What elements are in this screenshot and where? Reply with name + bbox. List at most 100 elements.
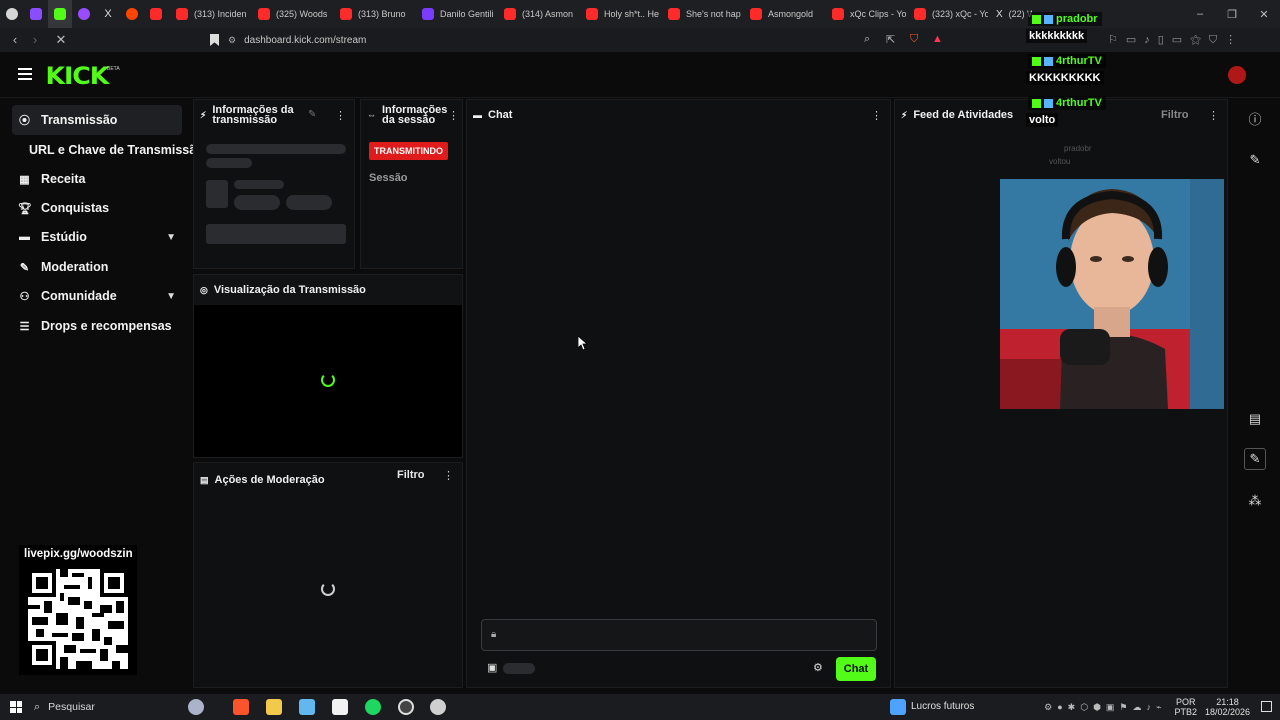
maximize-icon[interactable]: ❐	[1216, 0, 1248, 28]
capcut-icon[interactable]	[332, 699, 348, 715]
overlay-username: pradobr	[1028, 12, 1102, 26]
badge-icon	[1032, 98, 1041, 108]
tab-icon-2[interactable]	[24, 0, 48, 28]
clock[interactable]: 21:18 18/02/2026	[1205, 697, 1250, 717]
notifications-icon[interactable]	[1261, 701, 1272, 712]
sidebar-item-receita[interactable]: ▦ Receita	[12, 164, 182, 194]
zoom-icon[interactable]: ⌕	[864, 33, 870, 46]
badge-icon	[1044, 56, 1053, 66]
qr-overlay: livepix.gg/woodszin	[19, 545, 137, 675]
windows-start-icon[interactable]	[10, 701, 22, 713]
sidebar-item-label: Drops e recompensas	[41, 319, 172, 333]
tab[interactable]: Asmongold	[742, 0, 824, 28]
tab-icon-3[interactable]	[72, 0, 96, 28]
tab[interactable]: Danilo Gentili	[414, 0, 496, 28]
url-field[interactable]: ⚙ dashboard.kick.com/stream	[228, 31, 928, 49]
chat-send-button[interactable]: Chat	[836, 657, 876, 681]
tab[interactable]: (325) Woods	[250, 0, 332, 28]
moon-icon[interactable]	[188, 699, 204, 715]
tab[interactable]: xQc Clips - Yo	[824, 0, 906, 28]
sidebar-item-transmissao[interactable]: ⦿ Transmissão	[12, 105, 182, 135]
more-icon[interactable]: ⋮	[335, 109, 346, 122]
sidebar-item-drops[interactable]: ☰ Drops e recompensas	[12, 311, 182, 341]
chat-icon: ▬	[473, 110, 482, 120]
minimize-icon[interactable]: –	[1184, 0, 1216, 28]
sidebar-item-moderation[interactable]: ✎ Moderation	[12, 252, 182, 282]
session-info-panel: ⇔ Informações da sessão ⋮ TRANSMITINDO S…	[360, 99, 463, 269]
preview-icon: ◎	[200, 284, 208, 295]
app2-icon[interactable]	[430, 699, 446, 715]
overlay-faded-message: pradobr voltou	[1048, 142, 1092, 168]
loading-spinner	[321, 582, 335, 596]
more-icon[interactable]: ⋮	[448, 109, 459, 122]
tab-icon-x[interactable]: X	[96, 0, 120, 28]
app-icon[interactable]	[299, 699, 315, 715]
bookmark-icon[interactable]	[210, 34, 219, 46]
sidebar-item-label: Receita	[41, 172, 86, 186]
brave-rewards-icon[interactable]: ▲	[932, 33, 943, 45]
drops-icon: ☰	[19, 320, 30, 333]
loading-spinner	[321, 373, 335, 387]
tab[interactable]: (323) xQc - Yo	[906, 0, 988, 28]
people-icon: ⚇	[19, 290, 30, 303]
mod-actions-panel: ▤ Ações de Moderação Filtro ⋮	[193, 462, 463, 688]
menu-icon[interactable]	[18, 68, 32, 80]
close-icon[interactable]: ✕	[1248, 0, 1280, 28]
more-icon[interactable]: ⋮	[1208, 109, 1219, 122]
tab-icon-1[interactable]	[0, 0, 24, 28]
more-icon[interactable]: ⋮	[871, 109, 882, 122]
pencil-icon[interactable]: ✎	[1244, 149, 1266, 171]
folder-icon[interactable]	[266, 699, 282, 715]
tab[interactable]: (313) Inciden	[168, 0, 250, 28]
overlay-chat-message: 4rthurTV KKKKKKKKK	[1022, 52, 1142, 94]
skeleton	[206, 158, 252, 168]
sidebar-item-label: Estúdio	[41, 230, 87, 244]
back-icon[interactable]: ‹	[4, 32, 26, 47]
sidebar-item-url-chave[interactable]: URL e Chave de Transmissão	[29, 143, 204, 157]
avatar[interactable]	[1228, 66, 1246, 84]
skeleton	[206, 144, 346, 154]
forward-icon[interactable]: ›	[24, 32, 46, 47]
panel-title: Informações da transmissão	[212, 104, 294, 126]
spotify-icon[interactable]	[365, 699, 381, 715]
language-indicator[interactable]: POR PTB2	[1174, 697, 1197, 717]
tab[interactable]: (314) Asmon	[496, 0, 578, 28]
kick-logo[interactable]: KICK	[46, 62, 110, 90]
tab-icon-reddit[interactable]	[120, 0, 144, 28]
tab[interactable]: Holy sh*t.. He	[578, 0, 660, 28]
layout-icon[interactable]: ▤	[1244, 408, 1266, 430]
sidebar-item-comunidade[interactable]: ⚇ Comunidade ▼	[12, 281, 182, 311]
tab[interactable]: (313) Bruno	[332, 0, 414, 28]
emote-store-icon[interactable]: ▣	[487, 661, 497, 674]
mouse-cursor	[578, 336, 588, 351]
brave-icon[interactable]	[233, 699, 249, 715]
tab-icon-yt[interactable]	[144, 0, 168, 28]
info-icon[interactable]: ⓘ	[1244, 107, 1266, 129]
sidebar-item-conquistas[interactable]: 🏆︎ Conquistas	[12, 193, 182, 223]
share-icon[interactable]: ⇱	[886, 33, 895, 46]
settings-icon[interactable]: ⚙	[813, 661, 823, 674]
apps-icon[interactable]: ⁂	[1244, 490, 1266, 512]
widget-label[interactable]: Lucros futuros	[911, 701, 974, 712]
tab-icon-kick[interactable]	[48, 0, 72, 28]
tray-icons[interactable]: ⚙●✱⬡⬢▣⚑☁♪⌁	[1044, 702, 1166, 713]
badge-icon	[1032, 14, 1041, 24]
qr-text: livepix.gg/woodszin	[24, 548, 133, 560]
taskbar-search[interactable]: ⌕ Pesquisar	[34, 697, 214, 717]
broadcast-icon: ⦿	[19, 115, 30, 127]
stop-icon[interactable]: ✕	[50, 32, 72, 48]
obs-icon[interactable]	[398, 699, 414, 715]
tab[interactable]: She's not hap	[660, 0, 742, 28]
badge-icon	[1044, 14, 1053, 24]
window-controls: – ❐ ✕	[1184, 0, 1280, 28]
wrench-icon[interactable]: ✎	[1244, 448, 1266, 470]
brave-shield-icon[interactable]: ⛉	[910, 33, 918, 46]
sidebar-item-estudio[interactable]: ▬ Estúdio ▼	[12, 222, 182, 252]
edit-icon[interactable]: ✎	[308, 109, 316, 120]
more-icon[interactable]: ⋮	[443, 469, 454, 482]
filter-button[interactable]: Filtro	[397, 469, 425, 481]
site-info-icon[interactable]: ⚙	[228, 35, 236, 46]
filter-button[interactable]: Filtro	[1161, 109, 1189, 121]
chat-input[interactable]: 🔒︎	[481, 619, 877, 651]
chevron-down-icon: ▼	[166, 290, 176, 302]
